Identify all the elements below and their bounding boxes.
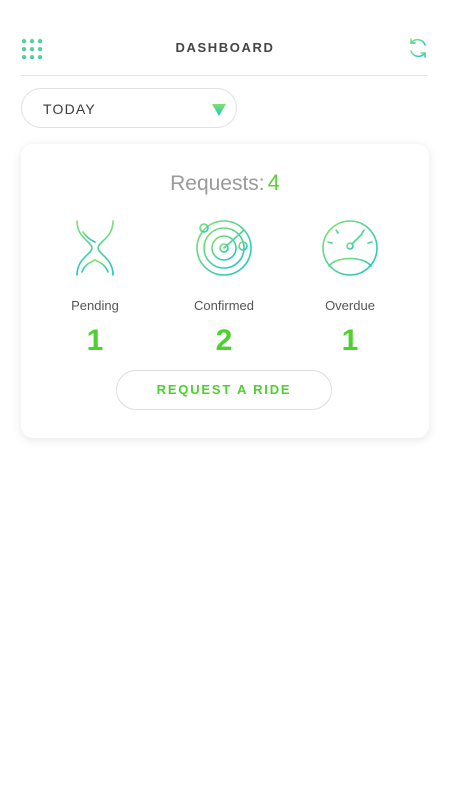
requests-heading: Requests: 4 (21, 170, 429, 196)
app-header: DASHBOARD (0, 0, 450, 76)
period-selected-value: TODAY (43, 101, 96, 117)
triangle-down-icon (212, 104, 226, 116)
requests-count: 4 (267, 170, 280, 195)
stat-confirmed-value: 2 (215, 324, 233, 357)
stat-pending-value: 1 (86, 324, 104, 357)
requests-summary-card: Requests: 4 Pending 1 Confirmed 2 Overdu… (21, 144, 429, 438)
speedometer-icon (322, 220, 378, 276)
stat-confirmed: Confirmed 2 (164, 218, 284, 357)
header-divider (21, 75, 428, 76)
period-dropdown[interactable]: TODAY (21, 88, 237, 128)
request-ride-label: REQUEST A RIDE (156, 382, 292, 397)
stat-overdue-label: Overdue (325, 298, 375, 313)
hourglass-icon (71, 220, 119, 276)
stat-pending-label: Pending (71, 298, 119, 313)
requests-label: Requests: (170, 172, 265, 195)
radar-icon (196, 220, 252, 276)
refresh-icon[interactable] (407, 37, 429, 59)
request-ride-button[interactable]: REQUEST A RIDE (116, 370, 332, 410)
stat-overdue-value: 1 (341, 324, 359, 357)
stat-confirmed-label: Confirmed (194, 298, 254, 313)
page-title: DASHBOARD (175, 40, 275, 55)
stat-pending: Pending 1 (35, 218, 155, 357)
stat-overdue: Overdue 1 (290, 218, 410, 357)
